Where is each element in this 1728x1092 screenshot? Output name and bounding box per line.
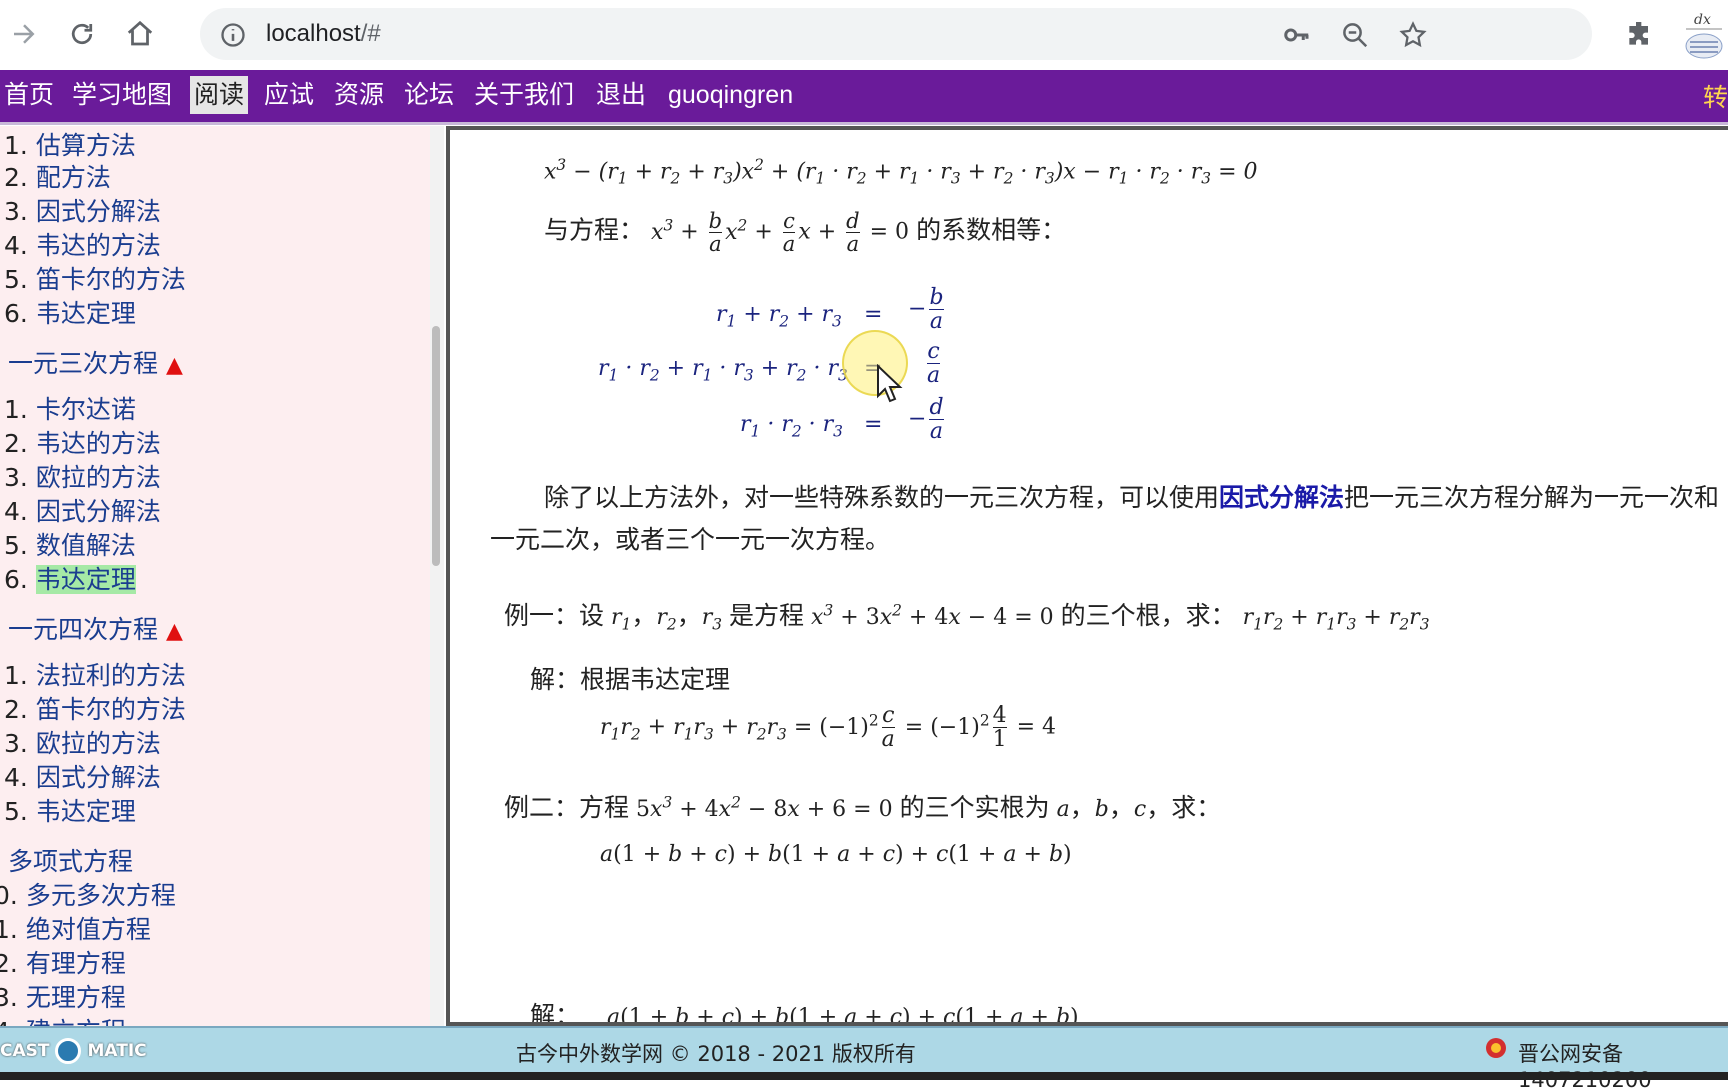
forward-icon[interactable] (4, 14, 44, 54)
vieta-eq-2-left: r1 · r2 + r1 · r3 + r2 · r3 (598, 356, 848, 385)
paragraph-factorization: 除了以上方法外，对一些特殊系数的一元三次方程，可以使用因式分解法把一元三次方程分… (544, 483, 1720, 512)
paragraph-factorization-line2: 一元二次，或者三个一元一次方程。 (490, 525, 891, 554)
address-bar[interactable]: localhost/# (200, 8, 1592, 60)
menu-item-learning-map[interactable]: 学习地图 (68, 76, 176, 114)
site-logo-icon[interactable]: dx (1680, 8, 1728, 62)
sidebar-item[interactable]: 5. 笛卡尔的方法 (4, 260, 186, 296)
sidebar-item[interactable]: 1. 绝对值方程 (0, 910, 151, 946)
police-badge-icon (1484, 1036, 1508, 1065)
sidebar-item[interactable]: 0. 多元多次方程 (0, 876, 176, 912)
sidebar-nav: 1. 估算方法 2. 配方法 3. 因式分解法 4. 韦达的方法 5. 笛卡尔的… (0, 126, 435, 1026)
sidebar-item[interactable]: 6. 韦达定理 (4, 294, 136, 330)
menu-item-about[interactable]: 关于我们 (470, 76, 578, 114)
example-2-expression: a(1 + b + c) + b(1 + a + c) + c(1 + a + … (600, 842, 1072, 867)
sidebar-item[interactable]: 5. 数值解法 (4, 526, 136, 562)
sidebar-scrollbar-thumb[interactable] (432, 326, 440, 566)
site-menu-bar: 首页 学习地图 阅读 应试 资源 论坛 关于我们 退出 guoqingren 转 (0, 70, 1728, 125)
compare-line: 与方程： x3 + b a x2 + cax + da = 0 的系数相等： (544, 209, 1067, 257)
record-circle-icon (55, 1038, 82, 1064)
vieta-eq-2-right: ca (927, 339, 941, 389)
solution-1-label: 解：根据韦达定理 (530, 665, 731, 694)
zoom-out-icon[interactable] (1338, 18, 1372, 52)
sidebar-item[interactable]: 1. 法拉利的方法 (4, 656, 186, 692)
sidebar-scrollbar[interactable] (430, 126, 444, 1026)
sidebar-item[interactable]: 2. 笛卡尔的方法 (4, 690, 186, 726)
sidebar-item[interactable]: 4. 因式分解法 (4, 758, 161, 794)
key-icon[interactable] (1280, 18, 1314, 52)
sidebar-section-quartic[interactable]: 一元四次方程 ▲ (8, 610, 183, 646)
sidebar-item[interactable]: 3. 无理方程 (0, 978, 126, 1014)
example-2: 例二：方程 5x3 + 4x2 − 8x + 6 = 0 的三个实根为 a，b，… (504, 793, 1222, 822)
page-footer: CAST MATIC 古今中外数学网 © 2018 - 2021 版权所有 晋公… (0, 1026, 1728, 1092)
vieta-eq-3-equals: = (864, 412, 883, 437)
sidebar-item[interactable]: 1. 估算方法 (4, 126, 136, 162)
sidebar-item[interactable]: 4. 韦达的方法 (4, 226, 161, 262)
menu-item-forum[interactable]: 论坛 (400, 76, 458, 114)
footer-copyright: 古今中外数学网 © 2018 - 2021 版权所有 (516, 1042, 916, 1066)
collapse-triangle-icon[interactable]: ▲ (166, 353, 183, 378)
sidebar-item[interactable]: 5. 韦达定理 (4, 792, 136, 828)
sidebar-section-cubic[interactable]: 一元三次方程 ▲ (8, 344, 183, 380)
vieta-eq-1-right: − b a (908, 285, 944, 335)
sidebar-item[interactable]: 3. 欧拉的方法 (4, 724, 161, 760)
sidebar-item[interactable]: 2. 韦达的方法 (4, 424, 161, 460)
svg-text:dx: dx (1694, 12, 1711, 28)
sidebar-item[interactable]: 4. 因式分解法 (4, 492, 161, 528)
url-text[interactable]: localhost/# (266, 20, 381, 48)
star-icon[interactable] (1396, 18, 1430, 52)
menu-item-resources[interactable]: 资源 (330, 76, 388, 114)
sidebar-item[interactable]: 3. 欧拉的方法 (4, 458, 161, 494)
sidebar-section-polynomial[interactable]: 多项式方程 (8, 842, 133, 878)
menu-item-home[interactable]: 首页 (0, 76, 58, 114)
footer-icp[interactable]: 晋公网安备 1407210200 (1518, 1038, 1728, 1092)
browser-toolbar: localhost/# dx (0, 0, 1728, 70)
sidebar-item[interactable]: 3. 因式分解法 (4, 192, 161, 228)
link-factorization[interactable]: 因式分解法 (1219, 483, 1344, 512)
bottom-strip (0, 1072, 1728, 1080)
collapse-triangle-icon[interactable]: ▲ (166, 619, 183, 644)
home-icon[interactable] (120, 14, 160, 54)
vieta-eq-1-left: r1 + r2 + r3 (716, 302, 842, 331)
menu-item-read[interactable]: 阅读 (190, 76, 249, 114)
menu-right-label[interactable]: 转 (1703, 78, 1728, 114)
sidebar-item[interactable]: 2. 配方法 (4, 158, 111, 194)
menu-item-username[interactable]: guoqingren (664, 76, 797, 114)
article-content: x3 − (r1 + r2 + r3)x2 + (r1 · r2 + r1 · … (446, 126, 1728, 1026)
sidebar-item[interactable]: 1. 卡尔达诺 (4, 390, 136, 426)
sidebar-item-current[interactable]: 6. 韦达定理 (4, 560, 136, 596)
sidebar-item[interactable]: 2. 有理方程 (0, 944, 126, 980)
menu-item-exam[interactable]: 应试 (260, 76, 318, 114)
mouse-pointer-icon (877, 364, 903, 403)
reload-icon[interactable] (62, 14, 102, 54)
sidebar-item[interactable]: 4. 建立方程 (0, 1012, 126, 1026)
extensions-icon[interactable] (1620, 14, 1660, 54)
solution-1-formula: r1r2 + r1r3 + r2r3 = (−1)2 c a = (−1)2 4 1 =… (600, 703, 1057, 753)
vieta-eq-3-right: − d a (908, 395, 944, 445)
formula-expanded-cubic: x3 − (r1 + r2 + r3)x2 + (r1 · r2 + r1 · … (544, 156, 1258, 188)
solution-2: 解： a(1 + b + c) + b(1 + a + c) + c(1 + a… (530, 1001, 1079, 1026)
vieta-eq-3-left: r1 · r2 · r3 (740, 412, 843, 441)
screen-recorder-badge: CAST MATIC (0, 1036, 147, 1066)
info-icon[interactable] (216, 18, 250, 52)
vieta-eq-1-equals: = (864, 302, 883, 327)
menu-item-logout[interactable]: 退出 (592, 76, 650, 114)
example-1: 例一：设 r1，r2，r3 是方程 x3 + 3x2 + 4x − 4 = 0 … (504, 601, 1430, 634)
